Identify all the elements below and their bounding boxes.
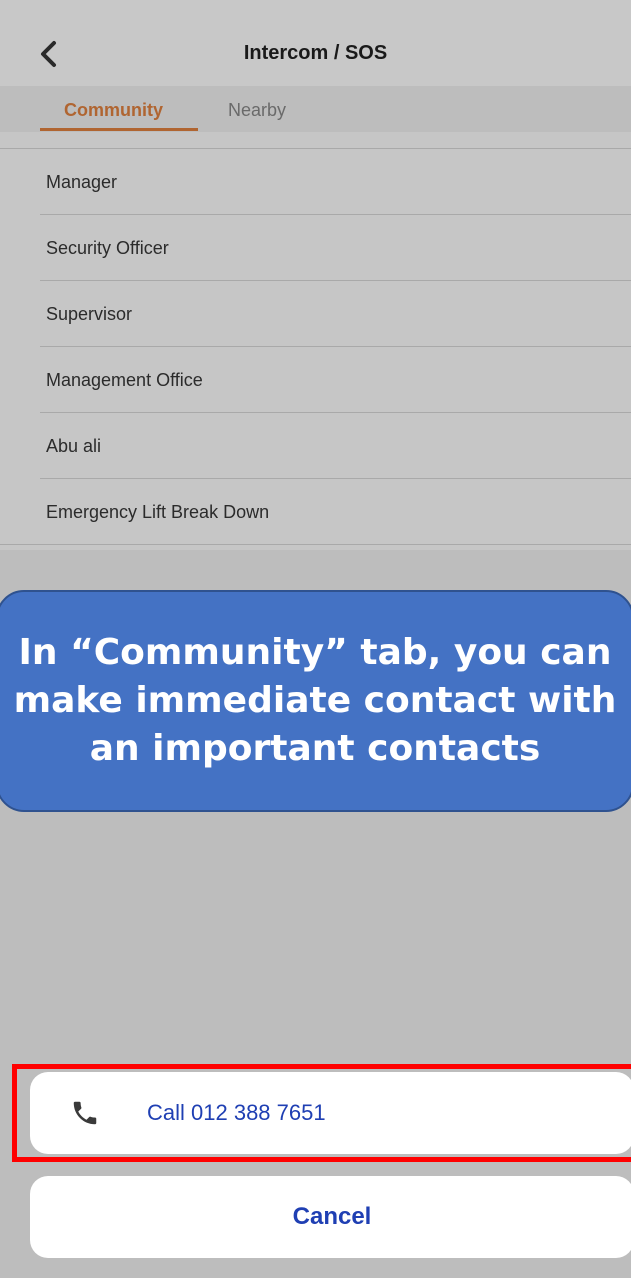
contact-list: Manager Security Officer Supervisor Mana… — [0, 148, 631, 545]
list-item-emergency-lift[interactable]: Emergency Lift Break Down — [0, 479, 631, 545]
callout-text: In “Community” tab, you can make immedia… — [13, 632, 617, 769]
list-item-supervisor[interactable]: Supervisor — [0, 281, 631, 347]
list-item-label: Abu ali — [46, 435, 102, 456]
header-bar: Intercom / SOS — [0, 0, 631, 92]
cancel-button[interactable]: Cancel — [30, 1176, 631, 1258]
cancel-button-label: Cancel — [292, 1203, 372, 1230]
list-item-security-officer[interactable]: Security Officer — [0, 215, 631, 281]
list-item-label: Management Office — [46, 369, 203, 390]
list-item-abu-ali[interactable]: Abu ali — [0, 413, 631, 479]
list-item-manager[interactable]: Manager — [0, 149, 631, 215]
tab-community[interactable]: Community — [64, 100, 163, 121]
list-item-label: Supervisor — [46, 303, 133, 324]
call-highlight-box — [12, 1064, 631, 1162]
tab-nearby[interactable]: Nearby — [228, 100, 286, 121]
tab-bar: Community Nearby — [0, 86, 631, 132]
list-item-management-office[interactable]: Management Office — [0, 347, 631, 413]
list-item-label: Emergency Lift Break Down — [46, 501, 270, 522]
page-title: Intercom / SOS — [243, 42, 388, 64]
list-item-label: Manager — [46, 171, 118, 192]
list-item-label: Security Officer — [46, 237, 169, 258]
active-tab-indicator — [40, 128, 198, 131]
tutorial-callout: In “Community” tab, you can make immedia… — [0, 590, 631, 812]
